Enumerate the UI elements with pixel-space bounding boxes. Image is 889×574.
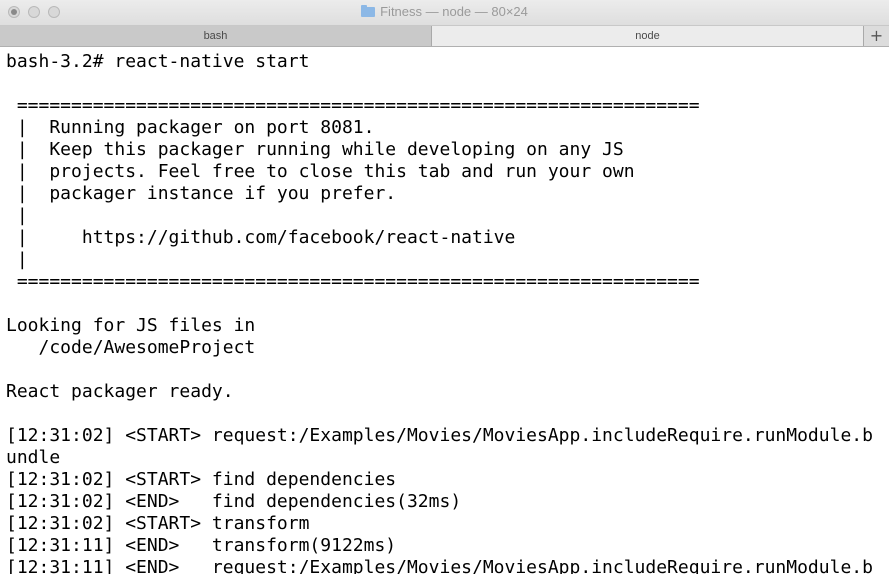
terminal-line: | projects. Feel free to close this tab … <box>6 161 635 182</box>
title-bar[interactable]: Fitness — node — 80×24 <box>0 0 889 26</box>
terminal-line: [12:31:02] <END> find dependencies(32ms) <box>6 491 462 512</box>
terminal-line: [12:31:02] <START> find dependencies <box>6 469 397 490</box>
terminal-window: Fitness — node — 80×24 bash node + bash-… <box>0 0 889 574</box>
terminal-line: Looking for JS files in <box>6 315 256 336</box>
terminal-line: | https://github.com/facebook/react-nati… <box>6 227 516 248</box>
terminal-line: React packager ready. <box>6 381 234 402</box>
terminal-line: [12:31:02] <START> transform <box>6 513 310 534</box>
terminal-line: | Keep this packager running while devel… <box>6 139 624 160</box>
terminal-line: undle <box>6 447 61 468</box>
folder-icon <box>361 5 376 17</box>
terminal-line: | Running packager on port 8081. <box>6 117 375 138</box>
terminal-line: | <box>6 205 28 226</box>
terminal-line: ========================================… <box>6 271 700 292</box>
terminal-line: bash-3.2# react-native start <box>6 51 310 72</box>
tab-bar: bash node + <box>0 26 889 47</box>
terminal-line: [12:31:11] <END> request:/Examples/Movie… <box>6 557 873 574</box>
plus-icon: + <box>869 26 884 45</box>
terminal-output[interactable]: bash-3.2# react-native start ===========… <box>0 47 889 574</box>
terminal-line: [12:31:11] <END> transform(9122ms) <box>6 535 397 556</box>
window-title: Fitness — node — 80×24 <box>380 4 528 19</box>
window-title-container: Fitness — node — 80×24 <box>0 4 889 19</box>
new-tab-button[interactable]: + <box>864 26 889 46</box>
tab-node[interactable]: node <box>432 26 864 46</box>
terminal-text: bash-3.2# react-native start ===========… <box>0 47 889 574</box>
terminal-line: | <box>6 249 28 270</box>
terminal-line: [12:31:02] <START> request:/Examples/Mov… <box>6 425 873 446</box>
tab-bash[interactable]: bash <box>0 26 432 46</box>
terminal-line: | packager instance if you prefer. <box>6 183 397 204</box>
terminal-line: /code/AwesomeProject <box>6 337 256 358</box>
terminal-line: ========================================… <box>6 95 700 116</box>
